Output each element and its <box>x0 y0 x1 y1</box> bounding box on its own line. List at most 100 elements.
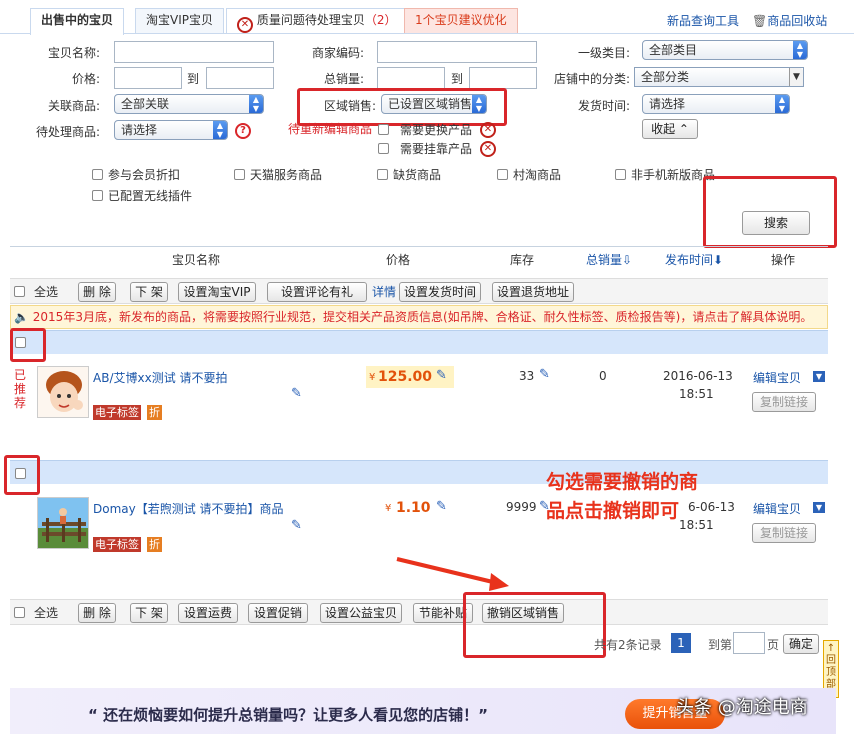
price-value: 1.10 <box>396 500 431 516</box>
copy-link-button[interactable]: 复制链接 <box>752 523 816 543</box>
highlight-row-checkbox <box>4 455 40 495</box>
highlight-search-button <box>703 176 837 248</box>
edit-pencil-icon[interactable]: ✎ <box>291 518 302 533</box>
notice-text[interactable]: 2015年3月底，新发布的商品，将需要按照行业规范，提交相关产品资质信息(如吊牌… <box>33 310 813 324</box>
set-ship-time-button[interactable]: 设置发货时间 <box>399 282 481 302</box>
wireless-plugin-checkbox[interactable] <box>92 190 103 201</box>
col-price: 价格 <box>386 253 411 267</box>
select-all-checkbox[interactable] <box>14 286 25 297</box>
store-category-label: 店铺中的分类: <box>553 72 630 86</box>
price-symbol: ¥ <box>369 372 376 383</box>
new-product-tool-link[interactable]: 新品查询工具 <box>667 12 739 29</box>
edit-price-icon[interactable]: ✎ <box>436 499 447 514</box>
delete-button[interactable]: 删 除 <box>78 282 116 302</box>
member-discount-checkbox[interactable] <box>92 169 103 180</box>
merchant-code-input[interactable] <box>377 41 537 63</box>
highlight-revoke-button <box>463 592 606 658</box>
dropdown-icon[interactable]: ▼ <box>813 371 825 382</box>
collapse-button[interactable]: 收起 ⌃ <box>642 119 698 139</box>
off-shelf-button[interactable]: 下 架 <box>130 282 168 302</box>
col-publish-time-sort[interactable]: 发布时间⬇ <box>665 251 723 268</box>
category1-select[interactable]: 全部类目 ▲ ▼ <box>642 40 808 60</box>
store-category-value: 全部分类 <box>641 70 690 84</box>
col-sales-sort[interactable]: 总销量⇩ <box>586 251 632 268</box>
product-title-link[interactable]: AB/艾博xx测试 请不要拍 <box>93 369 228 386</box>
edit-price-icon[interactable]: ✎ <box>436 368 447 383</box>
e-tag-badge: 电子标签 <box>93 405 141 420</box>
linked-select[interactable]: 全部关联 ▲ ▼ <box>114 94 264 114</box>
details-link[interactable]: 详情 <box>372 283 396 300</box>
need-mount-label: 需要挂靠产品 <box>400 142 473 156</box>
current-page[interactable]: 1 <box>671 633 691 653</box>
set-vip-button[interactable]: 设置淘宝VIP <box>178 282 256 302</box>
tab-on-sale[interactable]: 出售中的宝贝 <box>30 8 125 35</box>
copy-link-button[interactable]: 复制链接 <box>752 392 816 412</box>
batch-action-bar-bottom: 全选 删 除 下 架 设置运费 设置促销 设置公益宝贝 节能补贴 撤销区域销售 <box>10 599 828 625</box>
batch-action-bar-top: 全选 删 除 下 架 设置淘宝VIP 设置评论有礼 详情 设置发货时间 设置退货… <box>10 278 828 304</box>
price-max-input[interactable] <box>206 67 274 89</box>
error-icon: ✕ <box>480 122 496 138</box>
page-input[interactable] <box>733 632 765 654</box>
non-mobile-checkbox[interactable] <box>615 169 626 180</box>
avatar-image <box>38 367 88 417</box>
set-freight-button[interactable]: 设置运费 <box>178 603 238 623</box>
product-thumbnail[interactable] <box>37 366 89 418</box>
item-name-input[interactable] <box>114 41 274 63</box>
publish-time: 18:51 <box>679 387 714 401</box>
updown-arrow-icon: ▲ ▼ <box>775 95 789 113</box>
help-icon[interactable]: ? <box>235 123 251 139</box>
stock-value: 33 <box>519 369 535 383</box>
select-all-checkbox[interactable] <box>14 607 25 618</box>
need-replace-label: 需要更换产品 <box>400 123 473 137</box>
sales-min-input[interactable] <box>377 67 445 89</box>
merchant-code-label: 商家编码: <box>311 46 364 60</box>
price-symbol: ¥ <box>385 503 392 514</box>
tmall-service-label: 天猫服务商品 <box>250 168 323 182</box>
tab-vip[interactable]: 淘宝VIP宝贝 <box>135 8 224 33</box>
item-name-label: 宝贝名称: <box>47 46 100 60</box>
pending-select[interactable]: 请选择 ▲ ▼ <box>114 120 228 140</box>
confirm-page-button[interactable]: 确定 <box>783 634 819 654</box>
need-mount-checkbox[interactable] <box>378 143 389 154</box>
need-replace-checkbox[interactable] <box>378 124 389 135</box>
edit-item-link[interactable]: 编辑宝贝 <box>753 500 801 517</box>
village-checkbox[interactable] <box>497 169 508 180</box>
delete-button[interactable]: 删 除 <box>78 603 116 623</box>
wireless-plugin-label: 已配置无线插件 <box>108 189 193 203</box>
out-of-stock-checkbox[interactable] <box>377 169 388 180</box>
total-records: 共有2条记录 <box>594 638 662 652</box>
set-promo-button[interactable]: 设置促销 <box>248 603 308 623</box>
highlight-row-checkbox <box>10 328 46 362</box>
tab-optimize[interactable]: 1个宝贝建议优化 <box>404 8 518 33</box>
product-title-link[interactable]: Domay【若煦测试 请不要拍】商品 <box>93 500 284 517</box>
off-shelf-button[interactable]: 下 架 <box>130 603 168 623</box>
sales-max-input[interactable] <box>469 67 537 89</box>
goto-label: 到第 <box>708 638 733 652</box>
trash-icon: 🗑 <box>752 14 768 28</box>
col-name: 宝贝名称 <box>172 253 221 267</box>
arrow-up-icon: ↑ <box>826 643 836 654</box>
page-unit-label: 页 <box>767 638 780 652</box>
product-thumbnail[interactable] <box>37 497 89 549</box>
recommended-label: 已推荐 <box>14 368 27 410</box>
price-value: 125.00 <box>378 369 433 385</box>
dropdown-icon[interactable]: ▼ <box>813 502 825 513</box>
tmall-service-checkbox[interactable] <box>234 169 245 180</box>
col-stock: 库存 <box>510 253 535 267</box>
select-all-label: 全选 <box>34 285 59 299</box>
select-all-label: 全选 <box>34 606 59 620</box>
edit-item-link[interactable]: 编辑宝贝 <box>753 369 801 386</box>
tab-quality-issues[interactable]: ✕ 质量问题待处理宝贝（2） <box>226 8 408 33</box>
edit-stock-icon[interactable]: ✎ <box>539 367 550 382</box>
set-review-gift-button[interactable]: 设置评论有礼 <box>267 282 367 302</box>
set-charity-button[interactable]: 设置公益宝贝 <box>320 603 402 623</box>
store-category-select[interactable]: 全部分类 ▼ <box>634 67 804 87</box>
set-return-address-button[interactable]: 设置退货地址 <box>492 282 574 302</box>
notice-bar: 🔈 2015年3月底，新发布的商品，将需要按照行业规范，提交相关产品资质信息(如… <box>10 305 828 329</box>
recycle-bin-link[interactable]: 🗑商品回收站 <box>752 12 827 29</box>
edit-pencil-icon[interactable]: ✎ <box>291 386 302 401</box>
ship-time-select[interactable]: 请选择 ▲ ▼ <box>642 94 790 114</box>
price-min-input[interactable] <box>114 67 182 89</box>
updown-arrow-icon: ▲ ▼ <box>249 95 263 113</box>
row-select-bar <box>10 330 828 354</box>
